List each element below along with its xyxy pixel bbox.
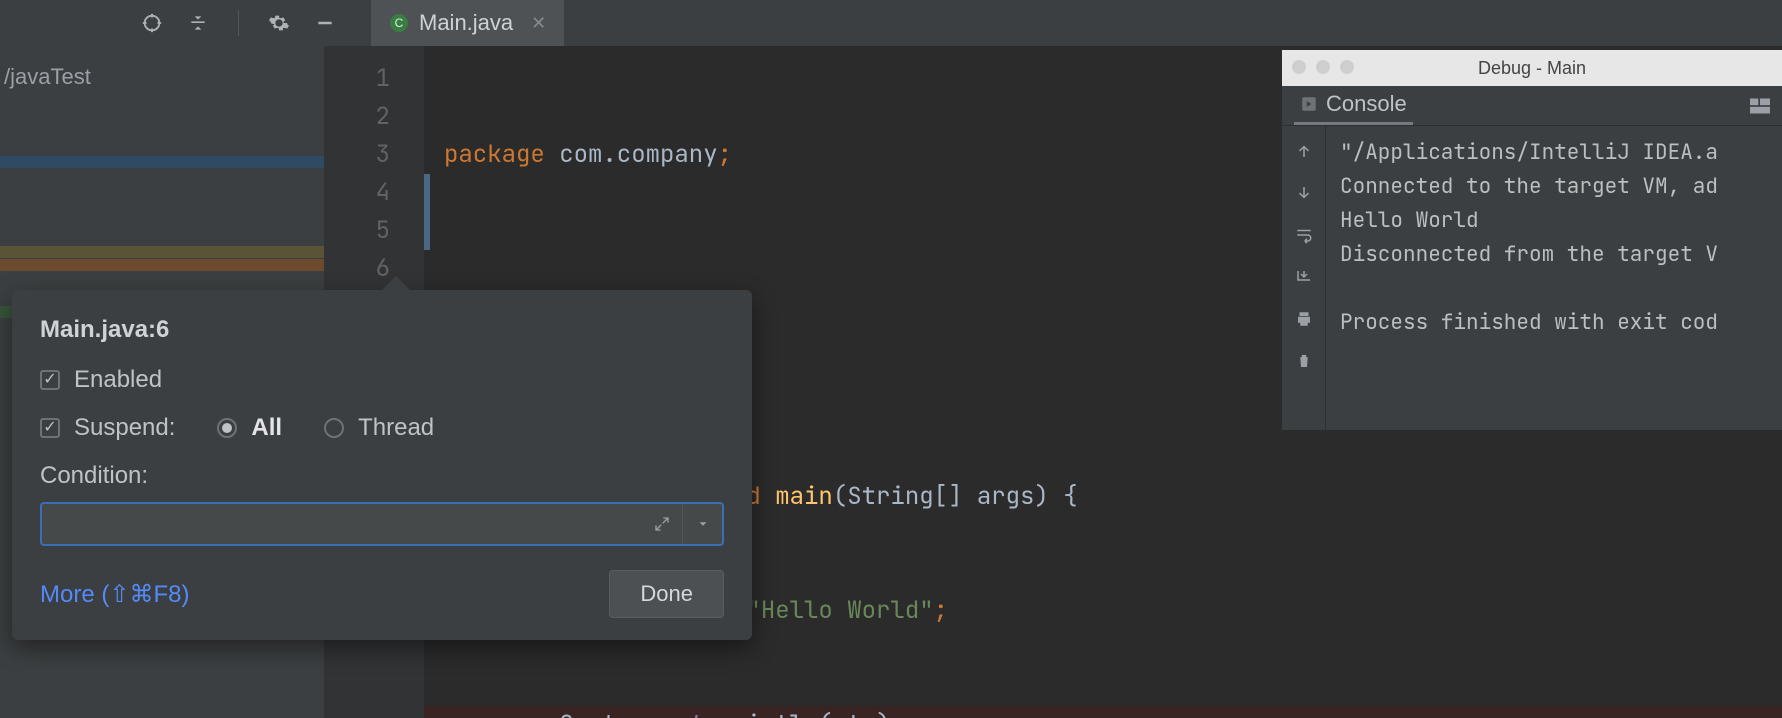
condition-field[interactable]: [40, 502, 724, 546]
scroll-end-icon[interactable]: [1293, 266, 1315, 288]
condition-label: Condition:: [40, 462, 724, 490]
enabled-label: Enabled: [74, 366, 162, 394]
close-icon[interactable]: ✕: [531, 13, 546, 34]
code-line-breakpoint[interactable]: System.out.println(str);: [424, 706, 1782, 718]
more-link[interactable]: More (⇧⌘F8): [40, 580, 189, 609]
traffic-close-icon[interactable]: [1292, 60, 1306, 74]
console-run-icon: [1300, 95, 1318, 113]
suspend-thread-radio[interactable]: [324, 418, 344, 438]
breakpoint-title: Main.java:6: [40, 316, 724, 344]
debug-titlebar[interactable]: Debug - Main: [1282, 50, 1782, 86]
console-line: "/Applications/IntelliJ IDEA.a: [1340, 139, 1718, 166]
suspend-all-radio[interactable]: [217, 418, 237, 438]
suspend-row: Suspend: All Thread: [40, 414, 724, 442]
console-line: Process finished with exit cod: [1340, 309, 1718, 336]
console-output[interactable]: "/Applications/IntelliJ IDEA.a Connected…: [1326, 126, 1782, 430]
tab-label: Main.java: [419, 10, 513, 36]
debug-window-title: Debug - Main: [1478, 58, 1586, 79]
breadcrumb[interactable]: /javaTest: [0, 46, 324, 108]
line-number[interactable]: 2: [324, 98, 424, 136]
target-icon[interactable]: [140, 11, 164, 35]
console-line: Hello World: [1340, 207, 1479, 234]
arrow-up-icon[interactable]: [1293, 140, 1315, 162]
console-line: Connected to the target VM, ad: [1340, 173, 1718, 200]
expand-icon[interactable]: [642, 504, 682, 544]
vcs-mark-amber: [0, 246, 324, 258]
suspend-label: Suspend:: [74, 414, 175, 442]
arrow-down-icon[interactable]: [1293, 182, 1315, 204]
minimize-icon[interactable]: [313, 11, 337, 35]
traffic-max-icon[interactable]: [1340, 60, 1354, 74]
top-toolbar: C Main.java ✕: [0, 0, 1782, 46]
vcs-mark-blue: [0, 156, 324, 168]
console-line: Disconnected from the target V: [1340, 241, 1718, 268]
breakpoint-popup: Main.java:6 Enabled Suspend: All Thread …: [12, 290, 752, 640]
debug-window: Debug - Main Console "/Applications/Inte…: [1282, 50, 1782, 430]
console-actions: [1282, 126, 1326, 430]
editor-tab[interactable]: C Main.java ✕: [371, 0, 564, 46]
trash-icon[interactable]: [1293, 350, 1315, 372]
suspend-checkbox[interactable]: [40, 418, 60, 438]
condition-input[interactable]: [42, 504, 642, 544]
suspend-thread-label: Thread: [358, 414, 434, 442]
line-number[interactable]: 4: [324, 174, 424, 212]
enabled-checkbox[interactable]: [40, 370, 60, 390]
line-number[interactable]: 5: [324, 212, 424, 250]
collapse-icon[interactable]: [186, 11, 210, 35]
toolbar-icons: [140, 10, 337, 36]
layout-icon[interactable]: [1750, 98, 1770, 114]
debug-body: "/Applications/IntelliJ IDEA.a Connected…: [1282, 126, 1782, 430]
popup-footer: More (⇧⌘F8) Done: [40, 570, 724, 618]
suspend-all-label: All: [251, 414, 282, 442]
popup-arrow: [382, 276, 410, 290]
enabled-row[interactable]: Enabled: [40, 366, 724, 394]
toolbar-divider: [238, 10, 239, 36]
soft-wrap-icon[interactable]: [1293, 224, 1315, 246]
java-class-icon: C: [389, 13, 409, 33]
debug-tabs: Console: [1282, 86, 1782, 126]
print-icon[interactable]: [1293, 308, 1315, 330]
line-number[interactable]: 1: [324, 60, 424, 98]
traffic-min-icon[interactable]: [1316, 60, 1330, 74]
console-tab-label: Console: [1326, 91, 1407, 117]
line-number[interactable]: 3: [324, 136, 424, 174]
console-tab[interactable]: Console: [1294, 86, 1413, 125]
window-traffic-lights[interactable]: [1292, 60, 1354, 74]
chevron-down-icon[interactable]: [682, 504, 722, 544]
vcs-mark-orange: [0, 259, 324, 271]
done-button[interactable]: Done: [609, 570, 724, 618]
gear-icon[interactable]: [267, 11, 291, 35]
svg-text:C: C: [395, 16, 404, 30]
